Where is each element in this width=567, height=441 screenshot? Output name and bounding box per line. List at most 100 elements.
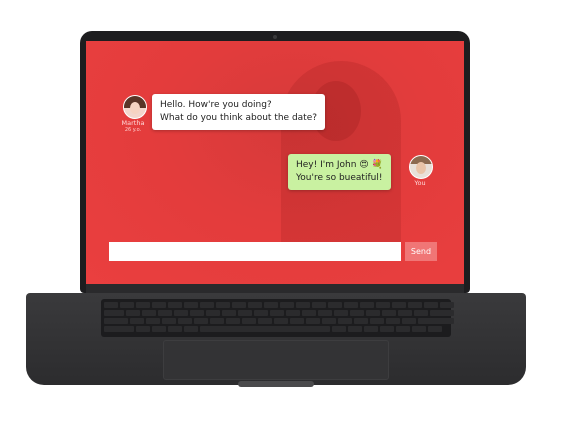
key: [334, 310, 348, 316]
key: [146, 318, 160, 324]
key: [194, 318, 208, 324]
key: [344, 302, 358, 308]
key: [380, 326, 394, 332]
incoming-message-line-1: Hello. How're you doing?: [160, 100, 272, 110]
key: [412, 326, 426, 332]
key: [312, 302, 326, 308]
key: [222, 310, 236, 316]
key: [366, 310, 380, 316]
martha-name: Martha: [121, 119, 145, 127]
key: [184, 326, 198, 332]
laptop-hinge: [86, 284, 464, 293]
key: [152, 302, 166, 308]
martha-age: 26 y.o.: [124, 127, 142, 133]
laptop-lid: Martha 26 y.o. Hello. How're you doing? …: [80, 31, 470, 293]
trackpad: [163, 340, 389, 380]
key: [210, 318, 224, 324]
key: [190, 310, 204, 316]
keyboard-row: [104, 318, 454, 324]
key: [354, 318, 368, 324]
chat-screen: Martha 26 y.o. Hello. How're you doing? …: [86, 41, 464, 284]
laptop-base: [26, 293, 526, 387]
key: [348, 326, 362, 332]
avatar-face: [416, 162, 426, 174]
key: [440, 302, 454, 308]
key: [430, 310, 454, 316]
spacebar: [200, 326, 330, 332]
key: [158, 310, 172, 316]
key: [238, 310, 252, 316]
key: [264, 302, 278, 308]
incoming-message-line-2: What do you think about the date?: [160, 113, 318, 123]
key: [126, 310, 140, 316]
key: [386, 318, 400, 324]
key: [258, 318, 272, 324]
key: [302, 310, 316, 316]
outgoing-message-bubble: Hey! I'm John 😍 💐 You're so bueatiful!: [288, 154, 391, 190]
key: [376, 302, 390, 308]
key: [254, 310, 268, 316]
key: [338, 318, 352, 324]
key: [382, 310, 396, 316]
key: [136, 302, 150, 308]
key: [168, 326, 182, 332]
message-input[interactable]: [109, 242, 401, 261]
key: [402, 318, 416, 324]
key: [130, 318, 144, 324]
key: [398, 310, 412, 316]
key: [364, 326, 378, 332]
key: [200, 302, 214, 308]
key: [306, 318, 320, 324]
key: [370, 318, 384, 324]
key: [104, 318, 128, 324]
outgoing-message-line-1: Hey! I'm John 😍 💐: [296, 160, 383, 170]
key: [232, 302, 246, 308]
key: [226, 318, 240, 324]
key: [280, 302, 294, 308]
key: [424, 302, 438, 308]
key: [142, 310, 156, 316]
key: [104, 310, 124, 316]
send-button[interactable]: Send: [405, 242, 437, 261]
key: [392, 302, 406, 308]
key: [296, 302, 310, 308]
key: [414, 310, 428, 316]
laptop-front-notch: [238, 381, 314, 387]
key: [162, 318, 176, 324]
key: [318, 310, 332, 316]
key: [184, 302, 198, 308]
key: [242, 318, 256, 324]
key: [428, 326, 442, 332]
key: [216, 302, 230, 308]
key: [206, 310, 220, 316]
key: [408, 302, 422, 308]
key: [290, 318, 304, 324]
key: [418, 318, 454, 324]
key: [174, 310, 188, 316]
outgoing-message-line-2: You're so bueatiful!: [296, 173, 383, 183]
keyboard: [101, 299, 454, 337]
incoming-message-bubble: Hello. How're you doing? What do you thi…: [152, 94, 326, 130]
martha-avatar[interactable]: [123, 95, 147, 119]
key: [120, 302, 134, 308]
key: [396, 326, 410, 332]
key: [136, 326, 150, 332]
key: [286, 310, 300, 316]
you-name: You: [414, 179, 426, 187]
key: [328, 302, 342, 308]
key: [248, 302, 262, 308]
key: [152, 326, 166, 332]
key: [322, 318, 336, 324]
avatar-face: [130, 102, 140, 114]
key: [104, 302, 118, 308]
key: [270, 310, 284, 316]
key: [104, 326, 134, 332]
key: [168, 302, 182, 308]
key: [332, 326, 346, 332]
webcam-icon: [273, 35, 277, 39]
key: [274, 318, 288, 324]
key: [350, 310, 364, 316]
keyboard-row: [104, 326, 442, 332]
you-avatar[interactable]: [409, 155, 433, 179]
keyboard-row: [104, 310, 454, 316]
